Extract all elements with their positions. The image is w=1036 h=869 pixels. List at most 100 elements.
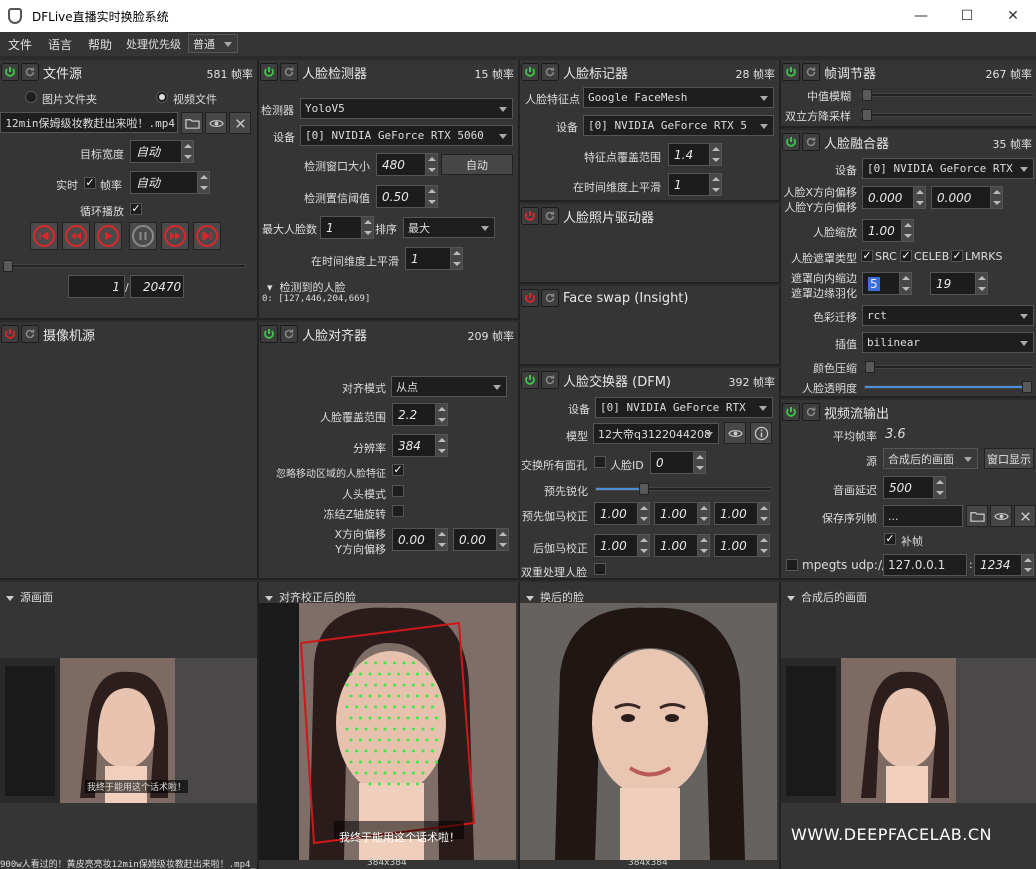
realtime-checkbox[interactable]: ✓: [84, 177, 96, 189]
interpolation-select[interactable]: bilinear: [862, 332, 1034, 353]
pre-gamma-b-spinbox[interactable]: 1.00: [714, 502, 770, 525]
reload-icon[interactable]: [802, 63, 820, 81]
fps-spinbox[interactable]: 自动: [130, 171, 210, 194]
device-select[interactable]: [0] NVIDIA GeForce RTX 5060: [300, 125, 513, 146]
menu-file[interactable]: 文件: [0, 36, 40, 53]
power-on-icon[interactable]: [782, 133, 800, 151]
seek-end-button[interactable]: [193, 222, 221, 250]
play-button[interactable]: [94, 222, 122, 250]
median-blur-handle[interactable]: [862, 89, 872, 101]
pre-gamma-g-spinbox[interactable]: 1.00: [654, 502, 710, 525]
radio-video-file[interactable]: [156, 91, 168, 103]
auto-button[interactable]: 自动: [441, 154, 513, 175]
post-gamma-g-spinbox[interactable]: 1.00: [654, 534, 710, 557]
current-frame-input[interactable]: 1: [68, 275, 125, 298]
eye-icon[interactable]: [990, 505, 1012, 527]
clear-icon[interactable]: [1014, 505, 1036, 527]
post-gamma-r-spinbox[interactable]: 1.00: [594, 534, 650, 557]
swap-all-faces-checkbox[interactable]: [594, 456, 606, 468]
exclude-moving-checkbox[interactable]: ✓: [392, 464, 404, 476]
y-offset-spinbox[interactable]: 0.00: [453, 528, 509, 551]
power-on-icon[interactable]: [260, 63, 278, 81]
save-path-input[interactable]: ...: [883, 505, 963, 527]
median-blur-slider[interactable]: [861, 89, 1034, 101]
pre-gamma-r-spinbox[interactable]: 1.00: [594, 502, 650, 525]
menu-language[interactable]: 语言: [40, 36, 80, 53]
info-icon[interactable]: [750, 422, 772, 444]
file-path-input[interactable]: 12min保姆级妆教赶出来啦！.mp4: [0, 112, 178, 133]
ip-input[interactable]: 127.0.0.1: [883, 554, 967, 576]
maximize-button[interactable]: ☐: [944, 0, 990, 32]
av-delay-spinbox[interactable]: 500: [883, 476, 946, 499]
folder-icon[interactable]: [966, 505, 988, 527]
power-on-icon[interactable]: [782, 63, 800, 81]
reload-icon[interactable]: [541, 289, 559, 307]
sort-select[interactable]: 最大: [403, 217, 495, 238]
reload-icon[interactable]: [541, 207, 559, 225]
reload-icon[interactable]: [21, 325, 39, 343]
freeze-z-checkbox[interactable]: [392, 505, 404, 517]
post-gamma-b-spinbox[interactable]: 1.00: [714, 534, 770, 557]
mask-src-checkbox[interactable]: ✓: [861, 250, 873, 262]
reload-icon[interactable]: [21, 63, 39, 81]
power-on-icon[interactable]: [521, 371, 539, 389]
model-select[interactable]: 12大帝q3122044208: [593, 423, 719, 444]
color-transfer-select[interactable]: rct: [862, 305, 1034, 326]
bicubic-downscale-slider[interactable]: [861, 109, 1034, 121]
presharpen-slider[interactable]: [595, 483, 772, 495]
folder-icon[interactable]: [181, 112, 203, 134]
presharpen-handle[interactable]: [639, 483, 649, 495]
face-id-spinbox[interactable]: 0: [650, 451, 706, 474]
fill-frames-checkbox[interactable]: ✓: [884, 533, 896, 545]
eye-icon[interactable]: [724, 422, 746, 444]
power-off-icon[interactable]: [521, 207, 539, 225]
detector-select[interactable]: YoloV5: [300, 98, 513, 119]
mask-celeb-checkbox[interactable]: ✓: [900, 250, 912, 262]
power-on-icon[interactable]: [521, 63, 539, 81]
loop-checkbox[interactable]: ✓: [130, 203, 142, 215]
port-spinbox[interactable]: 1234: [974, 554, 1034, 576]
power-off-icon[interactable]: [521, 289, 539, 307]
reload-icon[interactable]: [280, 63, 298, 81]
mask-lmrks-checkbox[interactable]: ✓: [951, 250, 963, 262]
mpegts-checkbox[interactable]: [786, 559, 798, 571]
color-compress-handle[interactable]: [865, 361, 875, 373]
power-on-icon[interactable]: [1, 63, 19, 81]
eye-icon[interactable]: [205, 112, 227, 134]
seek-forward-button[interactable]: [161, 222, 189, 250]
head-mode-checkbox[interactable]: [392, 485, 404, 497]
opacity-slider[interactable]: [864, 381, 1032, 393]
landmark-coverage-spinbox[interactable]: 1.4: [668, 143, 722, 166]
power-on-icon[interactable]: [782, 403, 800, 421]
device-select[interactable]: [0] NVIDIA GeForce RTX: [595, 397, 773, 418]
minimize-button[interactable]: —: [898, 0, 944, 32]
opacity-handle[interactable]: [1021, 381, 1032, 393]
reload-icon[interactable]: [541, 371, 559, 389]
seek-back-button[interactable]: [62, 222, 90, 250]
mask-erode-spinbox[interactable]: 5: [862, 272, 912, 295]
timeline-handle[interactable]: [3, 260, 13, 272]
power-on-icon[interactable]: [260, 325, 278, 343]
radio-image-folder[interactable]: [25, 91, 37, 103]
face-scale-spinbox[interactable]: 1.00: [862, 219, 914, 242]
face-y-offset-spinbox[interactable]: 0.000: [931, 186, 1003, 209]
resolution-spinbox[interactable]: 384: [392, 434, 448, 457]
two-pass-checkbox[interactable]: [594, 563, 606, 575]
timeline-slider[interactable]: [3, 260, 246, 272]
color-compress-slider[interactable]: [864, 361, 1034, 373]
window-display-button[interactable]: 窗口显示: [984, 448, 1034, 469]
device-select[interactable]: [0] NVIDIA GeForce RTX 5: [583, 115, 774, 136]
close-button[interactable]: ✕: [990, 0, 1036, 32]
temporal-smoothing-spinbox[interactable]: 1: [405, 247, 463, 270]
reload-icon[interactable]: [802, 403, 820, 421]
power-off-icon[interactable]: [1, 325, 19, 343]
device-select[interactable]: [0] NVIDIA GeForce RTX: [862, 158, 1034, 179]
target-width-spinbox[interactable]: 自动: [130, 140, 194, 163]
priority-select[interactable]: 普通: [188, 34, 238, 53]
threshold-spinbox[interactable]: 0.50: [376, 185, 438, 208]
temporal-smoothing-spinbox[interactable]: 1: [668, 173, 722, 196]
source-select[interactable]: 合成后的画面: [883, 448, 978, 469]
align-mode-select[interactable]: 从点: [391, 376, 507, 397]
mask-blur-spinbox[interactable]: 19: [930, 272, 988, 295]
menu-help[interactable]: 帮助: [80, 36, 120, 53]
